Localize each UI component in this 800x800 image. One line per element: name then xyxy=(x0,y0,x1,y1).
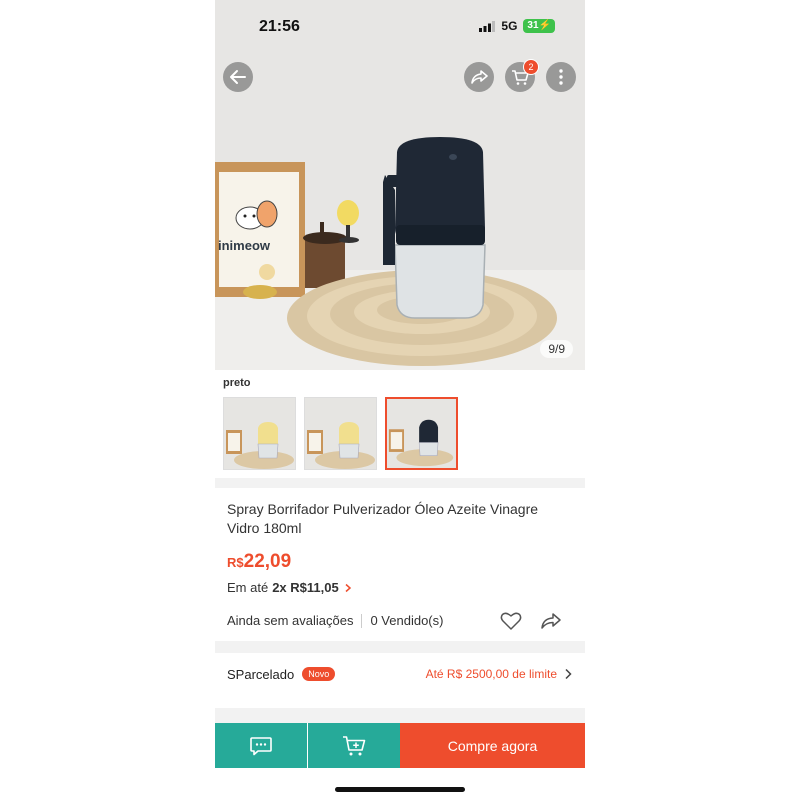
price-currency: R$ xyxy=(227,555,244,570)
thumbnail-image xyxy=(387,399,456,468)
heart-icon xyxy=(500,612,522,630)
thumbnail-2[interactable] xyxy=(304,397,377,470)
new-badge: Novo xyxy=(302,667,336,681)
product-image-gallery[interactable]: inimeow 21:56 5G 31⚡ 2 9/9 xyxy=(215,0,585,370)
bottom-action-bar: Compre agora xyxy=(215,723,585,768)
chat-icon xyxy=(250,736,272,755)
ratings-text: Ainda sem avaliações xyxy=(227,613,354,628)
network-type: 5G xyxy=(501,19,518,33)
vertical-divider xyxy=(361,613,363,628)
section-divider xyxy=(215,478,585,488)
signal-icon xyxy=(479,20,496,32)
credit-limit-text: Até R$ 2500,00 de limite xyxy=(425,667,557,681)
share-icon xyxy=(541,613,561,629)
favorite-button[interactable] xyxy=(500,611,522,636)
section-divider xyxy=(215,708,585,723)
thumbnail-3-selected[interactable] xyxy=(385,397,458,470)
product-title: Spray Borrifador Pulverizador Óleo Azeit… xyxy=(227,501,539,536)
thumbnail-1[interactable] xyxy=(223,397,296,470)
status-time: 21:56 xyxy=(259,18,300,35)
battery-indicator: 31⚡ xyxy=(523,19,555,33)
sparcelado-label: SParcelado xyxy=(227,666,295,682)
sold-count: 0 Vendido(s) xyxy=(370,613,444,628)
sparcelado-row[interactable]: SParcelado Novo Até R$ 2500,00 de limite xyxy=(227,666,573,682)
installment-info[interactable]: Em até 2x R$11,05 xyxy=(227,580,353,595)
thumbnail-image xyxy=(224,398,295,469)
status-indicators: 5G 31⚡ xyxy=(479,19,555,33)
credit-limit: Até R$ 2500,00 de limite xyxy=(426,667,573,681)
more-button[interactable] xyxy=(546,62,576,92)
section-divider xyxy=(215,641,585,653)
add-to-cart-icon xyxy=(343,735,366,755)
back-button[interactable] xyxy=(223,62,253,92)
buy-now-button[interactable]: Compre agora xyxy=(400,723,585,768)
share-button[interactable] xyxy=(464,62,494,92)
thumbnail-image xyxy=(305,398,376,469)
variant-label: preto xyxy=(223,377,251,389)
arrow-left-icon xyxy=(230,70,246,84)
more-vertical-icon xyxy=(559,69,563,85)
share-product-button[interactable] xyxy=(540,611,562,636)
chat-button[interactable] xyxy=(215,723,307,768)
frame-text: inimeow xyxy=(218,238,271,253)
home-indicator xyxy=(335,787,465,792)
installment-prefix: Em até xyxy=(227,580,269,595)
cart-button[interactable]: 2 xyxy=(505,59,539,92)
chevron-right-icon xyxy=(565,668,572,680)
image-counter: 9/9 xyxy=(540,340,573,358)
product-photo: inimeow xyxy=(215,0,585,370)
add-to-cart-button[interactable] xyxy=(308,723,400,768)
product-page: inimeow 21:56 5G 31⚡ 2 9/9 preto Spray B… xyxy=(215,0,585,800)
share-icon xyxy=(471,70,488,84)
price-value: 22,09 xyxy=(243,551,292,572)
rating-sold-row: Ainda sem avaliações 0 Vendido(s) xyxy=(227,613,443,628)
product-price: R$22,09 xyxy=(227,551,291,573)
installment-detail: 2x R$11,05 xyxy=(272,580,339,595)
chevron-right-icon xyxy=(345,583,351,592)
cart-count-badge: 2 xyxy=(523,59,539,75)
